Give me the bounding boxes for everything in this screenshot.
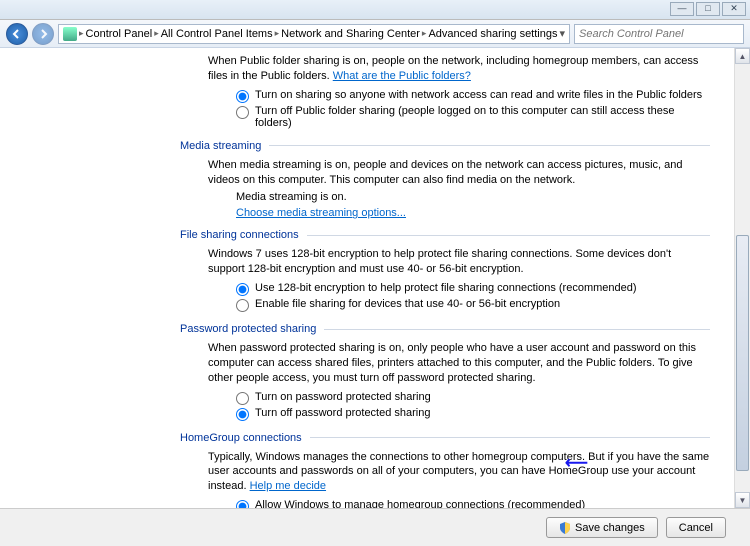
- section-media-streaming: Media streaming When media streaming is …: [180, 140, 710, 220]
- section-title: Password protected sharing: [180, 323, 316, 335]
- radio-password-on[interactable]: Turn on password protected sharing: [236, 390, 710, 406]
- chevron-right-icon: ▸: [154, 28, 159, 39]
- content-pane: When Public folder sharing is on, people…: [0, 48, 750, 508]
- scroll-down-button[interactable]: ▼: [735, 492, 750, 508]
- divider: [324, 329, 710, 330]
- radio-public-sharing-off[interactable]: Turn off Public folder sharing (people l…: [236, 104, 710, 130]
- section-homegroup: HomeGroup connections Typically, Windows…: [180, 432, 710, 508]
- radio-4056bit[interactable]: Enable file sharing for devices that use…: [236, 297, 710, 313]
- breadcrumb[interactable]: ▸ Control Panel ▸ All Control Panel Item…: [58, 24, 570, 44]
- chevron-right-icon: ▸: [79, 28, 84, 39]
- homegroup-text: Typically, Windows manages the connectio…: [208, 450, 710, 495]
- divider: [269, 145, 710, 146]
- navigation-bar: ▸ Control Panel ▸ All Control Panel Item…: [0, 20, 750, 48]
- public-folder-intro: When Public folder sharing is on, people…: [208, 54, 710, 84]
- breadcrumb-dropdown-icon[interactable]: ▾: [559, 27, 565, 40]
- scroll-thumb[interactable]: [736, 235, 749, 470]
- radio-windows-manage[interactable]: Allow Windows to manage homegroup connec…: [236, 498, 710, 508]
- chevron-right-icon: ▸: [422, 28, 427, 39]
- shield-icon: [559, 522, 571, 534]
- chevron-right-icon: ▸: [275, 28, 280, 39]
- radio-128bit[interactable]: Use 128-bit encryption to help protect f…: [236, 281, 710, 297]
- search-box[interactable]: [574, 24, 744, 44]
- section-password-sharing: Password protected sharing When password…: [180, 323, 710, 422]
- media-streaming-status: Media streaming is on.: [236, 191, 710, 203]
- media-streaming-text: When media streaming is on, people and d…: [208, 158, 710, 188]
- section-title: HomeGroup connections: [180, 432, 302, 444]
- radio-public-sharing-on[interactable]: Turn on sharing so anyone with network a…: [236, 88, 710, 104]
- maximize-button[interactable]: □: [696, 2, 720, 16]
- close-button[interactable]: ✕: [722, 2, 746, 16]
- search-input[interactable]: [579, 28, 739, 40]
- media-streaming-options-link[interactable]: Choose media streaming options...: [236, 207, 406, 219]
- forward-button[interactable]: [32, 23, 54, 45]
- bc-control-panel[interactable]: Control Panel: [86, 28, 153, 40]
- bc-advanced-sharing[interactable]: Advanced sharing settings: [428, 28, 557, 40]
- scroll-track[interactable]: [735, 64, 750, 492]
- public-folders-link[interactable]: What are the Public folders?: [333, 70, 471, 82]
- bc-network-sharing[interactable]: Network and Sharing Center: [281, 28, 420, 40]
- cancel-button[interactable]: Cancel: [666, 517, 726, 538]
- window-titlebar: — □ ✕: [0, 0, 750, 20]
- bc-all-items[interactable]: All Control Panel Items: [161, 28, 273, 40]
- file-sharing-text: Windows 7 uses 128-bit encryption to hel…: [208, 247, 710, 277]
- vertical-scrollbar[interactable]: ▲ ▼: [734, 48, 750, 508]
- footer-bar: Save changes Cancel: [0, 508, 750, 546]
- section-title: File sharing connections: [180, 229, 299, 241]
- minimize-button[interactable]: —: [670, 2, 694, 16]
- save-changes-button[interactable]: Save changes: [546, 517, 658, 538]
- divider: [307, 235, 710, 236]
- scroll-up-button[interactable]: ▲: [735, 48, 750, 64]
- section-title: Media streaming: [180, 140, 261, 152]
- section-file-sharing: File sharing connections Windows 7 uses …: [180, 229, 710, 313]
- divider: [310, 437, 710, 438]
- back-button[interactable]: [6, 23, 28, 45]
- password-sharing-text: When password protected sharing is on, o…: [208, 341, 710, 386]
- help-me-decide-link[interactable]: Help me decide: [250, 480, 326, 492]
- control-panel-icon: [63, 27, 77, 41]
- radio-password-off[interactable]: Turn off password protected sharing: [236, 406, 710, 422]
